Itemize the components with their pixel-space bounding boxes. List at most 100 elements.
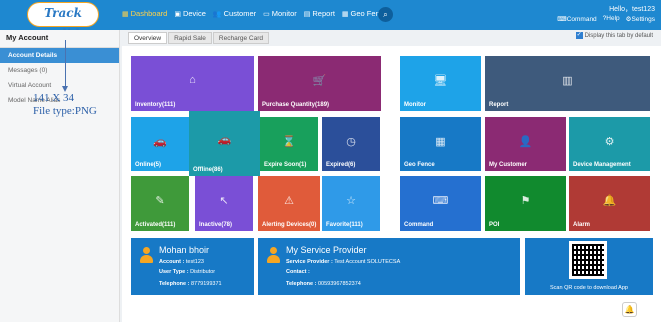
command-link[interactable]: ⌨Command bbox=[557, 15, 596, 23]
cursor-icon: ↖ bbox=[219, 195, 229, 207]
tile-command[interactable]: ⌨ Command bbox=[400, 176, 481, 231]
keyboard-icon: ⌨ bbox=[432, 195, 449, 207]
top-navigation-bar: Track solid ▦ Dashboard ▣ Device 👥 Custo… bbox=[0, 0, 661, 41]
usertype-row: User Type : Distributor bbox=[159, 269, 215, 275]
service-provider-row: Service Provider : Test Account SOLUTECS… bbox=[286, 259, 400, 265]
account-name: Mohan bhoir bbox=[159, 245, 210, 255]
flag-icon: ⚑ bbox=[520, 195, 531, 207]
warning-icon: ⚠ bbox=[284, 195, 294, 207]
nav-report-label: Report bbox=[312, 9, 335, 18]
tile-favorite[interactable]: ☆ Favorite(111) bbox=[322, 176, 380, 231]
tile-favorite-label: Favorite(111) bbox=[326, 222, 363, 228]
nav-device[interactable]: ▣ Device bbox=[174, 9, 206, 18]
usertype-label: User Type : bbox=[159, 269, 189, 275]
bar-chart-icon: ▥ bbox=[562, 75, 573, 87]
account-value: test123 bbox=[185, 259, 204, 265]
tile-report-label: Report bbox=[489, 102, 509, 108]
pencil-icon: ✎ bbox=[155, 195, 165, 207]
top-actions: ⌨Command ?Help ⚙Settings bbox=[557, 15, 655, 23]
avatar-icon bbox=[139, 247, 153, 264]
tile-my-customer-label: My Customer bbox=[489, 162, 528, 168]
tile-offline-label: Offline(86) bbox=[193, 167, 223, 173]
service-provider-label: Service Provider : bbox=[286, 259, 333, 265]
service-provider-title: My Service Provider bbox=[286, 245, 367, 255]
dashboard-icon: ▦ bbox=[122, 10, 129, 18]
settings-label: Settings bbox=[631, 16, 656, 23]
report-icon: ▤ bbox=[303, 10, 311, 18]
bell-icon[interactable]: 🔔 bbox=[622, 302, 637, 317]
nav-monitor-label: Monitor bbox=[271, 9, 297, 18]
settings-link[interactable]: ⚙Settings bbox=[626, 15, 655, 23]
tile-purchase-quantity-label: Purchase Quantity(189) bbox=[262, 102, 330, 108]
tile-expired[interactable]: ◷ Expired(6) bbox=[322, 117, 380, 171]
tile-my-customer[interactable]: 👤 My Customer bbox=[485, 117, 566, 171]
tile-geo-fence-label: Geo Fence bbox=[404, 162, 435, 168]
tile-online[interactable]: 🚗 Online(5) bbox=[131, 117, 189, 171]
sidebar-item-messages[interactable]: Messages (0) bbox=[0, 63, 119, 78]
tile-command-label: Command bbox=[404, 222, 434, 228]
sidebar-item-account-details[interactable]: Account Details bbox=[0, 48, 119, 63]
nav-customer-label: Customer bbox=[223, 9, 257, 18]
command-icon: ⌨ bbox=[557, 16, 567, 23]
tile-purchase-quantity[interactable]: 🛒 Purchase Quantity(189) bbox=[258, 56, 381, 111]
annotation-arrow-line bbox=[65, 40, 66, 88]
tile-activated[interactable]: ✎ Activated(111) bbox=[131, 176, 189, 231]
size-annotation-dimensions: 141 X 34 bbox=[33, 92, 74, 104]
provider-telephone-value: 00593967852374 bbox=[318, 281, 361, 287]
cart-icon: 🛒 bbox=[312, 75, 327, 87]
tile-monitor-label: Monitor bbox=[404, 102, 426, 108]
provider-telephone-row: Telephone : 00593967852374 bbox=[286, 281, 361, 287]
tile-device-management[interactable]: ⚙ Device Management bbox=[569, 117, 650, 171]
tile-device-management-label: Device Management bbox=[573, 162, 631, 168]
search-icon[interactable]: ⌕ bbox=[378, 7, 393, 22]
tile-inactive[interactable]: ↖ Inactive(78) bbox=[195, 176, 253, 231]
usertype-value: Distributor bbox=[190, 269, 216, 275]
tile-poi-label: POI bbox=[489, 222, 500, 228]
main-nav: ▦ Dashboard ▣ Device 👥 Customer ▭ Monito… bbox=[122, 9, 388, 18]
tile-geo-fence[interactable]: ▦ Geo Fence bbox=[400, 117, 481, 171]
user-greeting[interactable]: Hello，test123 bbox=[609, 4, 655, 14]
tile-alarm[interactable]: 🔔 Alarm bbox=[569, 176, 650, 231]
help-label: Help bbox=[606, 15, 620, 22]
tile-offline[interactable]: 🚗 Offline(86) bbox=[189, 111, 260, 176]
help-link[interactable]: ?Help bbox=[603, 15, 620, 23]
qr-caption: Scan QR code to download App bbox=[550, 285, 628, 291]
service-provider-card: My Service Provider Service Provider : T… bbox=[258, 238, 520, 295]
tile-expire-soon[interactable]: ⌛ Expire Soon(1) bbox=[260, 117, 318, 171]
tile-monitor[interactable]: 🖥 Monitor bbox=[400, 56, 481, 111]
nav-report[interactable]: ▤ Report bbox=[304, 9, 335, 18]
nav-dashboard-label: Dashboard bbox=[130, 9, 168, 18]
nav-customer[interactable]: 👥 Customer bbox=[213, 9, 256, 18]
tile-alarm-label: Alarm bbox=[573, 222, 591, 228]
size-annotation: 141 X 34 File type:PNG bbox=[33, 92, 97, 118]
tile-inventory-label: Inventory(111) bbox=[135, 102, 176, 108]
tile-inactive-label: Inactive(78) bbox=[199, 222, 233, 228]
qr-download-card: Scan QR code to download App bbox=[525, 238, 653, 295]
sidebar-item-virtual-account[interactable]: Virtual Account bbox=[0, 78, 119, 93]
display-tab-default-toggle[interactable]: ✓ Display this tab by default bbox=[575, 32, 653, 39]
account-card: Mohan bhoir Account : test123 User Type … bbox=[131, 238, 254, 295]
account-row: Account : test123 bbox=[159, 259, 204, 265]
gear-icon: ⚙ bbox=[604, 136, 615, 148]
sidebar: My Account Account Details Messages (0) … bbox=[0, 30, 120, 322]
monitor-icon: ▭ bbox=[263, 10, 270, 18]
qr-code-image[interactable] bbox=[569, 241, 607, 279]
tile-poi[interactable]: ⚑ POI bbox=[485, 176, 566, 231]
tracksolid-logo[interactable]: Track solid bbox=[27, 2, 99, 41]
tile-alerting-devices[interactable]: ⚠ Alerting Devices(0) bbox=[258, 176, 320, 231]
checkbox-checked-icon[interactable]: ✓ bbox=[575, 32, 583, 39]
tile-online-label: Online(5) bbox=[135, 162, 162, 168]
nav-dashboard[interactable]: ▦ Dashboard bbox=[122, 9, 167, 18]
tile-alerting-devices-label: Alerting Devices(0) bbox=[262, 222, 317, 228]
tab-recharge-card[interactable]: Recharge Card bbox=[212, 32, 269, 44]
hourglass-icon: ⌛ bbox=[282, 136, 296, 148]
display-tab-default-label: Display this tab by default bbox=[584, 32, 653, 39]
tile-report[interactable]: ▥ Report bbox=[485, 56, 650, 111]
tab-overview[interactable]: Overview bbox=[128, 32, 168, 44]
tab-rapid-sale[interactable]: Rapid Sale bbox=[168, 32, 212, 44]
nav-monitor[interactable]: ▭ Monitor bbox=[263, 9, 297, 18]
avatar-icon bbox=[266, 247, 280, 264]
inventory-icon: ⌂ bbox=[189, 74, 196, 86]
tile-inventory[interactable]: ⌂ Inventory(111) bbox=[131, 56, 254, 111]
device-icon: ▣ bbox=[174, 10, 181, 18]
